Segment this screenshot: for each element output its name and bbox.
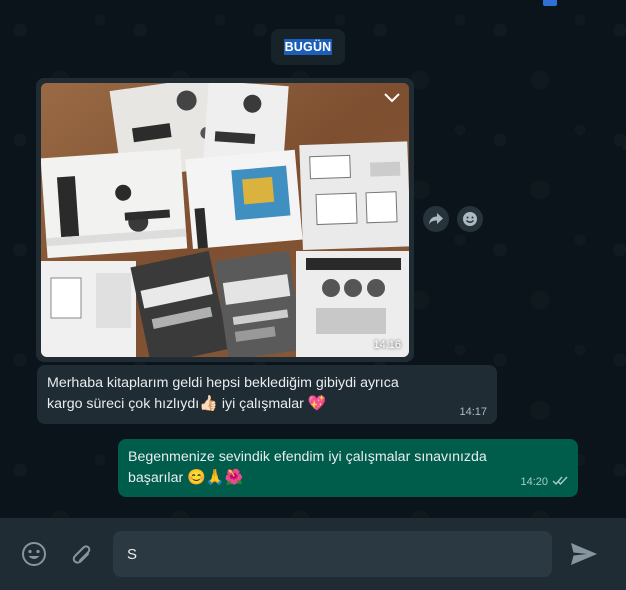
message-photo[interactable]: 14:16 [41, 83, 409, 357]
message-text: Merhaba kitaplarım geldi hepsi beklediği… [47, 373, 457, 415]
message-time: 14:17 [459, 406, 487, 418]
emoji-icon[interactable] [20, 540, 48, 568]
image-message[interactable]: 14:16 [36, 78, 414, 362]
message-meta: 14:20 [520, 473, 568, 491]
message-text: Begenmenize sevindik efendim iyi çalışma… [128, 447, 528, 489]
message-line: kargo süreci çok hızlıydı👍🏻 iyi çalışmal… [47, 394, 457, 415]
message-composer [0, 518, 626, 590]
double-check-icon [552, 473, 568, 491]
message-line-text: başarılar [128, 470, 188, 486]
message-line-text: iyi çalışmalar [217, 396, 308, 412]
forward-icon[interactable] [423, 206, 449, 232]
message-line: Merhaba kitaplarım geldi hepsi beklediği… [47, 375, 399, 391]
message-line-text: kargo süreci çok hızlıydı [47, 396, 200, 412]
heart-emoji: 💖 [307, 395, 327, 412]
photo-books-on-table [41, 83, 409, 357]
send-icon[interactable] [568, 540, 600, 568]
message-time: 14:16 [373, 339, 401, 351]
message-line: başarılar 😊🙏🌺 [128, 468, 528, 489]
paperclip-icon[interactable] [66, 540, 94, 568]
outgoing-message[interactable]: Begenmenize sevindik efendim iyi çalışma… [118, 439, 578, 497]
message-time: 14:20 [520, 476, 548, 488]
thumbs-up-emoji: 👍🏻 [199, 395, 218, 412]
message-line: Begenmenize sevindik efendim iyi çalışma… [128, 449, 487, 465]
emoji-react-icon[interactable] [457, 206, 483, 232]
incoming-message[interactable]: Merhaba kitaplarım geldi hepsi beklediği… [37, 365, 497, 424]
message-input[interactable] [113, 531, 552, 577]
chevron-down-icon[interactable] [381, 89, 403, 107]
smile-pray-flower-emoji: 😊🙏🌺 [187, 469, 244, 486]
chat-area[interactable]: BUGÜN 14:16 Merhaba kitaplarım geldi hep… [0, 0, 626, 518]
date-label: BUGÜN [283, 39, 333, 55]
top-app-icon [543, 0, 557, 6]
date-separator: BUGÜN [271, 29, 345, 65]
